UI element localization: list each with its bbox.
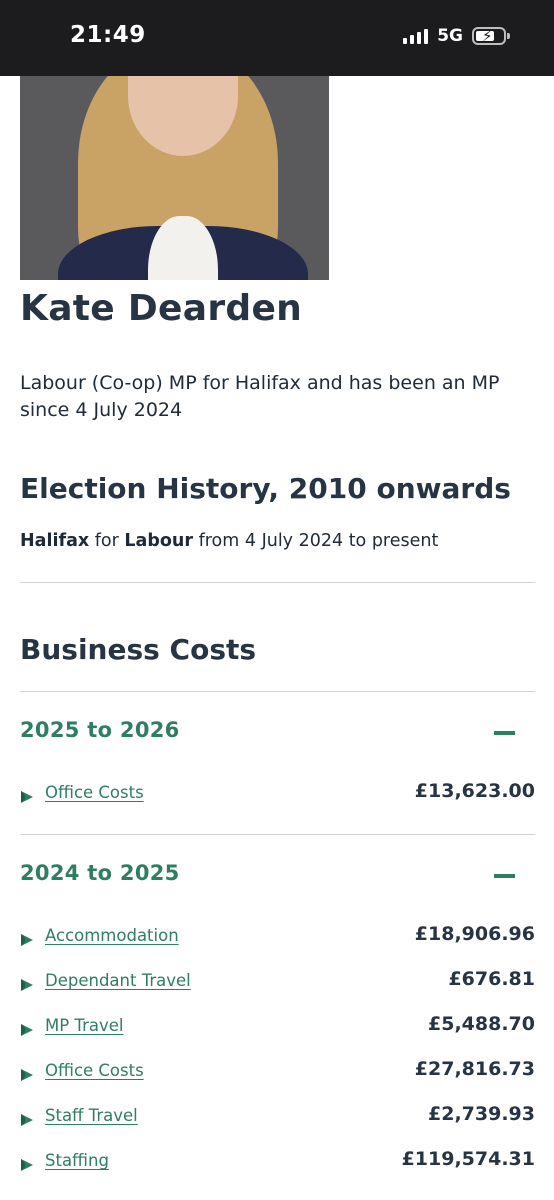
divider (20, 582, 535, 583)
cost-item-link[interactable]: Staff Travel (45, 1106, 138, 1125)
cost-amount: £13,623.00 (414, 780, 535, 802)
play-icon (21, 1069, 33, 1081)
year-header-2024-2025[interactable]: 2024 to 2025 (20, 861, 535, 891)
signal-icon (403, 28, 429, 44)
collapse-icon[interactable] (494, 731, 515, 735)
mp-description: Labour (Co-op) MP for Halifax and has be… (20, 372, 500, 421)
mp-name: Kate Dearden (20, 288, 303, 329)
play-icon (21, 979, 33, 991)
divider (20, 834, 535, 835)
collapse-icon[interactable] (494, 874, 515, 878)
election-history-title: Election History, 2010 onwards (20, 472, 511, 505)
cost-item-link[interactable]: MP Travel (45, 1016, 123, 1035)
business-costs-title: Business Costs (20, 633, 257, 666)
party: Labour (124, 531, 193, 551)
year-header-2025-2026[interactable]: 2025 to 2026 (20, 718, 535, 748)
network-type: 5G (437, 26, 463, 46)
year-label: 2025 to 2026 (20, 718, 180, 742)
status-indicators: 5G ⚡ (403, 26, 510, 46)
mp-photo (20, 76, 329, 280)
year-label: 2024 to 2025 (20, 861, 180, 885)
cost-item-link[interactable]: Dependant Travel (45, 971, 191, 990)
cost-row: Dependant Travel £676.81 (20, 968, 535, 996)
cost-item-link[interactable]: Office Costs (45, 783, 144, 802)
cost-amount: £119,574.31 (401, 1148, 535, 1170)
cost-item-link[interactable]: Staffing (45, 1151, 109, 1170)
battery-icon: ⚡ (472, 27, 510, 45)
play-icon (21, 791, 33, 803)
cost-amount: £2,739.93 (428, 1103, 535, 1125)
period: from 4 July 2024 to present (198, 531, 439, 551)
play-icon (21, 934, 33, 946)
play-icon (21, 1024, 33, 1036)
cost-amount: £18,906.96 (414, 923, 535, 945)
election-history-entry: Halifax for Labour from 4 July 2024 to p… (20, 531, 438, 551)
divider (20, 691, 535, 692)
for-word: for (94, 531, 119, 551)
cost-amount: £5,488.70 (428, 1013, 535, 1035)
cost-item-link[interactable]: Office Costs (45, 1061, 144, 1080)
play-icon (21, 1114, 33, 1126)
cost-row: Staff Travel £2,739.93 (20, 1103, 535, 1131)
cost-row: MP Travel £5,488.70 (20, 1013, 535, 1041)
status-time: 21:49 (70, 22, 146, 48)
play-icon (21, 1159, 33, 1171)
constituency: Halifax (20, 531, 90, 551)
status-bar: 21:49 5G ⚡ (0, 0, 554, 76)
cost-row: Staffing £119,574.31 (20, 1148, 535, 1176)
cost-row: Office Costs £13,623.00 (20, 780, 535, 808)
cost-row: Office Costs £27,816.73 (20, 1058, 535, 1086)
cost-amount: £27,816.73 (414, 1058, 535, 1080)
cost-row: Accommodation £18,906.96 (20, 923, 535, 951)
cost-item-link[interactable]: Accommodation (45, 926, 179, 945)
cost-amount: £676.81 (448, 968, 535, 990)
